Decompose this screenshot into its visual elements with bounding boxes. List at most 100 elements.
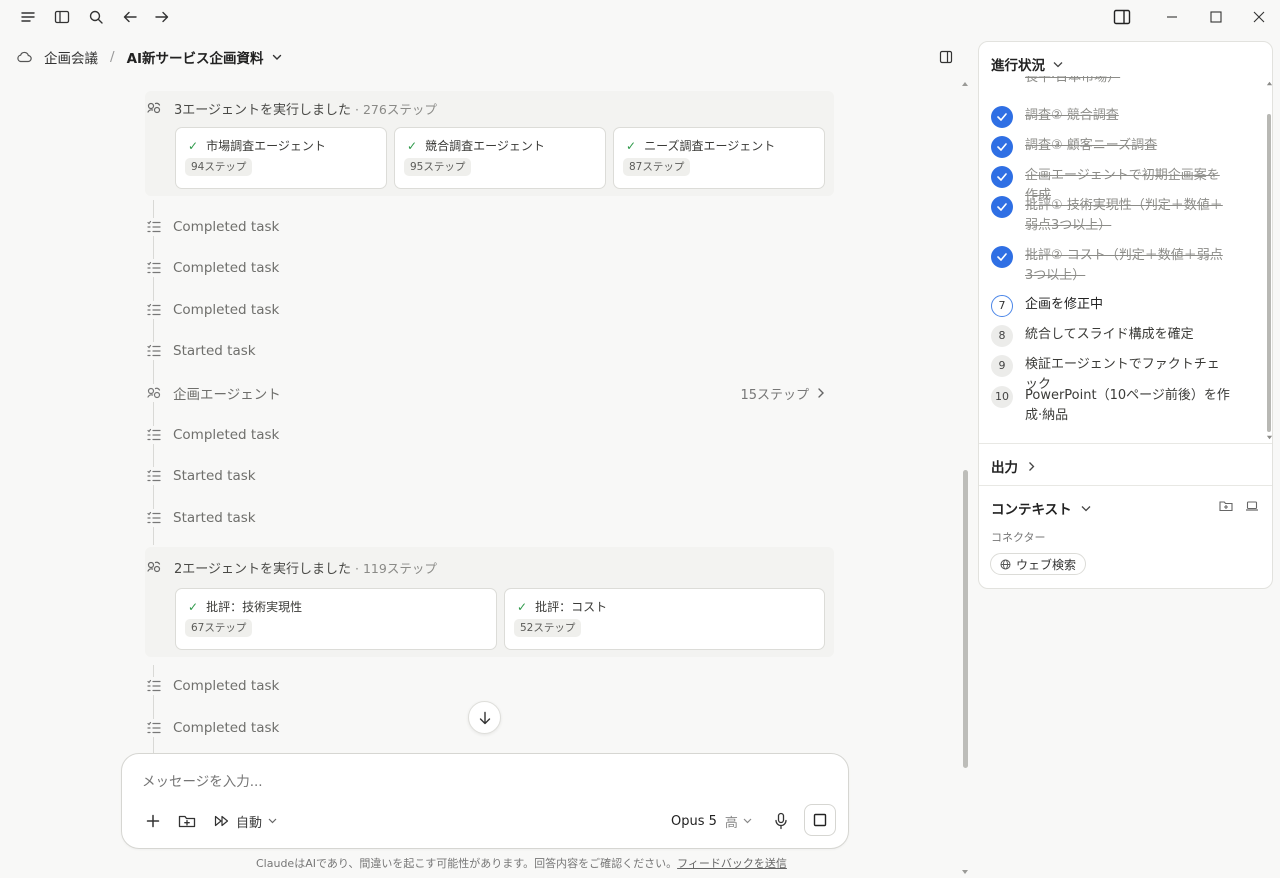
agent-card[interactable]: ✓ 批評：技術実現性 67ステップ [175,588,497,650]
agent-row[interactable]: 企画エージェント 15ステップ [145,381,825,405]
chevron-down-icon [268,818,277,824]
agents-group-header[interactable]: 3エージェントを実行しました · 276ステップ [145,97,437,119]
task-row[interactable]: Completed task [145,674,825,698]
task-list-icon [145,719,163,737]
agent-steps-badge: 94ステップ [185,158,253,176]
check-icon: ✓ [188,599,199,614]
progress-step-current: 7 企画を修正中 [991,295,1231,317]
step-label: 企画を修正中 [1025,297,1104,312]
agents-icon [145,558,163,576]
microphone-icon [774,812,788,830]
panel-scrollbar-thumb[interactable] [1267,114,1271,432]
step-number: 10 [991,386,1013,408]
maximize-icon[interactable] [1204,6,1228,28]
agent-steps-badge: 95ステップ [404,158,472,176]
add-button[interactable] [142,810,164,832]
task-label: Completed task [173,260,280,276]
progress-panel: 進行状況 長平·日本市場） 調査② 競合調査 調査③ 顧客ニーズ調査 企画エージ… [978,41,1273,589]
laptop-icon[interactable] [1245,500,1259,512]
cloud-icon [16,51,32,63]
search-icon[interactable] [84,6,108,28]
web-search-chip[interactable]: ウェブ検索 [990,553,1087,575]
context-title: コンテキスト [991,502,1072,518]
stop-button[interactable] [804,804,836,836]
context-header[interactable]: コンテキスト [991,498,1091,518]
back-arrow-icon[interactable] [118,6,142,28]
task-label: Started task [173,510,256,526]
plus-icon [146,814,160,828]
progress-step: 8 統合してスライド構成を確定 [991,325,1231,347]
divider [979,443,1272,444]
chevron-down-icon[interactable] [272,53,282,61]
output-header[interactable]: 出力 [991,456,1035,476]
minimize-icon[interactable] [1160,6,1184,28]
agents-group: 2エージェントを実行しました · 119ステップ ✓ 批評：技術実現性 67ステッ… [145,547,834,657]
microphone-button[interactable] [770,810,792,832]
task-list-icon [145,218,163,236]
breadcrumb-separator: / [110,49,115,65]
check-circle-icon [991,166,1013,188]
scroll-down-arrow[interactable] [961,868,969,876]
task-row[interactable]: Completed task [145,256,825,280]
timeline-rail [153,200,154,545]
check-circle-icon [991,136,1013,158]
close-icon[interactable] [1247,6,1271,28]
agents-icon [145,99,163,117]
split-view-icon[interactable] [934,46,958,68]
main-scrollbar-thumb[interactable] [963,470,968,768]
agents-icon [145,384,163,402]
progress-step: 批評② コスト（判定＋数値＋弱点3つ以上） [991,246,1231,286]
step-label: 調査③ 顧客ニーズ調査 [1025,138,1158,153]
agent-row-name: 企画エージェント [173,387,281,403]
step-label: 統合してスライド構成を確定 [1025,327,1194,342]
forward-arrow-icon[interactable] [150,6,174,28]
agent-card[interactable]: ✓ 批評：コスト 52ステップ [504,588,825,650]
breadcrumb: 企画会議 / AI新サービス企画資料 [16,46,282,68]
check-circle-icon [991,196,1013,218]
stop-square-icon [813,813,827,827]
breadcrumb-page[interactable]: AI新サービス企画資料 [127,47,264,67]
panel-scroll-down-arrow[interactable] [1266,434,1272,441]
chevron-down-icon [743,818,752,824]
agents-group-steps: · 276ステップ [355,101,437,117]
agents-group-title: 3エージェントを実行しました [174,102,352,118]
globe-icon [1000,559,1011,570]
task-label: Started task [173,343,256,359]
breadcrumb-project[interactable]: 企画会議 [44,47,98,67]
task-label: Completed task [173,427,280,443]
mode-selector[interactable]: 自動 [214,810,277,832]
message-composer: 自動 Opus 5 高 [121,753,849,849]
folder-plus-icon [178,814,196,829]
fast-forward-icon [214,815,230,827]
folder-add-icon[interactable] [1219,500,1233,512]
agent-name: 批評：技術実現性 [206,600,303,614]
arrow-down-icon [479,711,491,725]
agent-card[interactable]: ✓ 競合調査エージェント 95ステップ [394,127,606,189]
chevron-right-icon [817,387,825,399]
task-row[interactable]: Started task [145,464,825,488]
agents-group-header[interactable]: 2エージェントを実行しました · 119ステップ [145,556,437,578]
task-row[interactable]: Completed task [145,215,825,239]
step-number: 8 [991,325,1013,347]
panel-toggle-icon[interactable] [1110,6,1134,28]
attach-folder-button[interactable] [176,810,198,832]
progress-header[interactable]: 進行状況 [991,54,1063,74]
feedback-link[interactable]: フィードバックを送信 [677,857,787,870]
menu-icon[interactable] [16,6,40,28]
scroll-down-button[interactable] [468,701,501,734]
message-input[interactable] [142,774,742,790]
task-row[interactable]: Completed task [145,423,825,447]
agent-card[interactable]: ✓ 市場調査エージェント 94ステップ [175,127,387,189]
progress-title: 進行状況 [991,58,1045,74]
sidebar-toggle-icon[interactable] [50,6,74,28]
agent-steps-badge: 52ステップ [514,619,582,637]
task-list-icon [145,467,163,485]
chevron-down-icon [1081,505,1091,512]
task-row[interactable]: Started task [145,339,825,363]
model-selector[interactable]: Opus 5 高 [671,810,752,832]
scroll-up-arrow[interactable] [961,80,969,88]
task-row[interactable]: Completed task [145,298,825,322]
panel-scroll-up-arrow[interactable] [1266,80,1272,87]
agent-card[interactable]: ✓ ニーズ調査エージェント 87ステップ [613,127,825,189]
task-row[interactable]: Started task [145,506,825,530]
